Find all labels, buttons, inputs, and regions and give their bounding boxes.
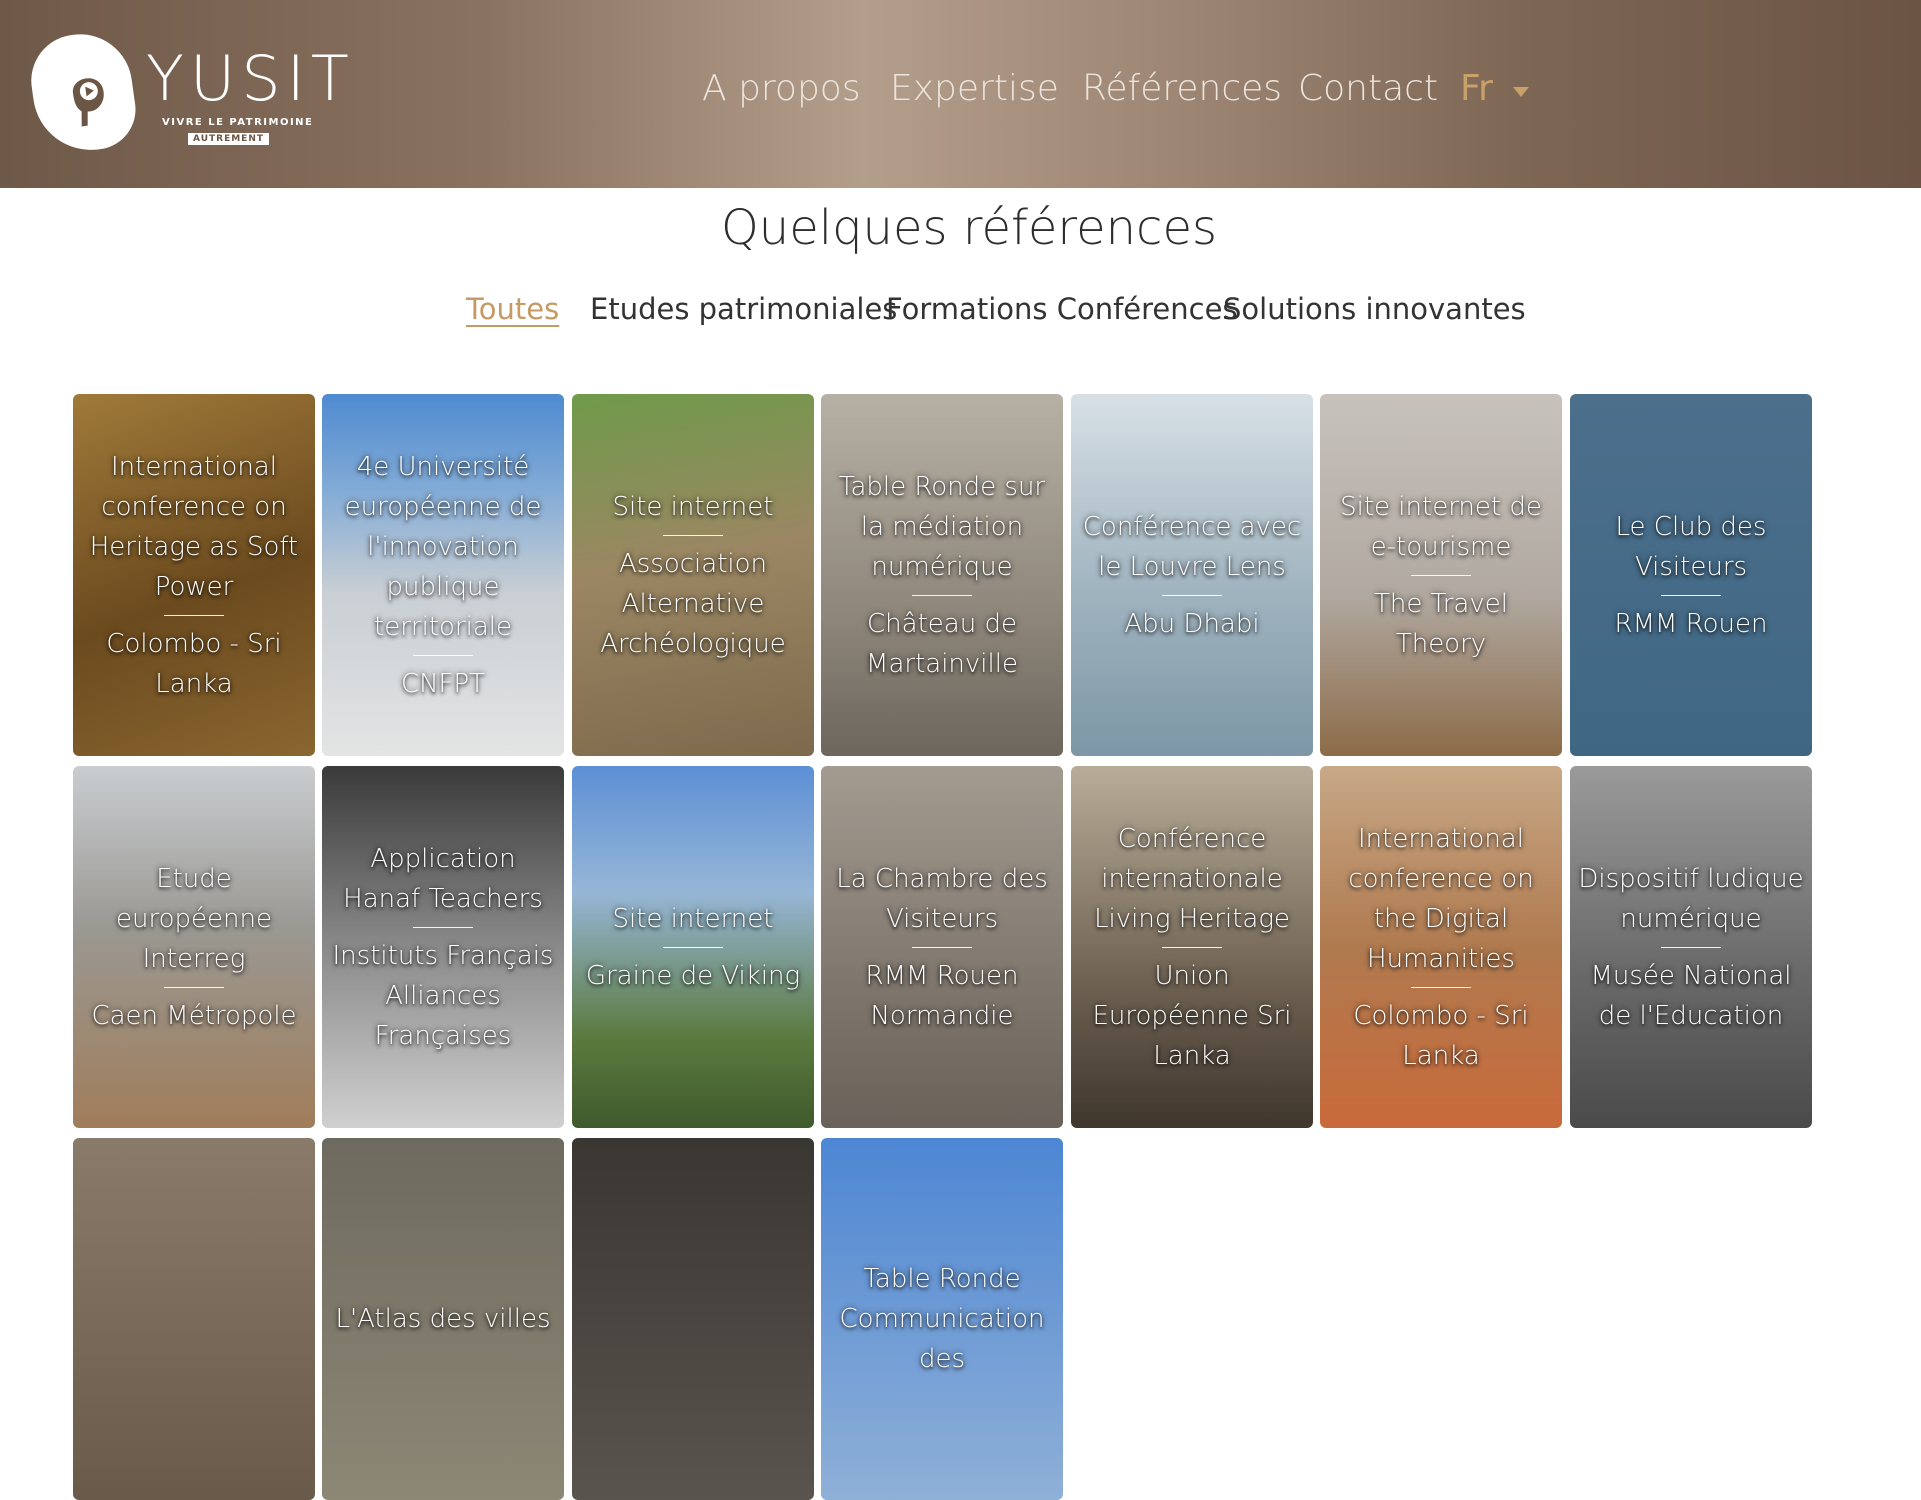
card-title: Conférence internationale Living Heritag… xyxy=(1094,823,1290,934)
card-subtitle: RMM Rouen xyxy=(1614,608,1768,639)
logo-mark[interactable] xyxy=(25,27,141,158)
reference-card[interactable] xyxy=(73,1138,315,1500)
card-separator xyxy=(912,946,972,948)
card-title: Site internet de e-tourisme xyxy=(1340,491,1542,562)
reference-card[interactable] xyxy=(572,1138,814,1500)
card-title: La Chambre des Visiteurs xyxy=(836,863,1048,934)
reference-card[interactable]: La Chambre des Visiteurs RMM Rouen Norman… xyxy=(821,766,1063,1128)
brand-name[interactable]: YUSIT xyxy=(146,44,355,114)
card-subtitle: RMM Rouen Normandie xyxy=(865,960,1019,1031)
nav-references[interactable]: Références xyxy=(1082,68,1282,109)
card-title: Application Hanaf Teachers xyxy=(343,843,543,914)
reference-card[interactable]: International conference on Heritage as … xyxy=(73,394,315,756)
card-separator xyxy=(912,594,972,596)
filter-etudes-patrimoniales[interactable]: Etudes patrimoniales xyxy=(590,292,897,326)
reference-card[interactable]: Le Club des Visiteurs RMM Rouen xyxy=(1570,394,1812,756)
nav-contact[interactable]: Contact xyxy=(1298,68,1438,109)
card-title: Dispositif ludique numérique xyxy=(1578,863,1804,934)
reference-card[interactable]: Site internet Graine de Viking xyxy=(572,766,814,1128)
filter-toutes[interactable]: Toutes xyxy=(466,292,559,326)
filter-formations-conferences[interactable]: Formations Conférences xyxy=(886,292,1238,326)
card-separator xyxy=(663,534,723,536)
page-title: Quelques références xyxy=(721,200,1217,256)
card-separator xyxy=(663,946,723,948)
card-subtitle: Colombo - Sri Lanka xyxy=(106,628,282,699)
card-title: International conference on the Digital … xyxy=(1348,823,1534,974)
card-subtitle: Colombo - Sri Lanka xyxy=(1353,1000,1529,1071)
reference-card[interactable]: 4e Université européenne de l'innovation… xyxy=(322,394,564,756)
card-title: Etude européenne Interreg xyxy=(116,863,272,974)
site-header: YUSIT VIVRE LE PATRIMOINE AUTREMENT A pr… xyxy=(0,0,1921,188)
reference-card[interactable]: Application Hanaf Teachers Instituts Fran… xyxy=(322,766,564,1128)
chevron-down-icon[interactable] xyxy=(1513,87,1529,97)
reference-card[interactable]: Site internet Association Alternative Arc… xyxy=(572,394,814,756)
reference-card[interactable]: Site internet de e-tourisme The Travel Th… xyxy=(1320,394,1562,756)
reference-card[interactable]: Table Ronde sur la médiation numérique Ch… xyxy=(821,394,1063,756)
reference-card[interactable]: Conférence internationale Living Heritag… xyxy=(1071,766,1313,1128)
reference-card[interactable]: Etude européenne Interreg Caen Métropole xyxy=(73,766,315,1128)
card-subtitle: Musée National de l'Education xyxy=(1590,960,1792,1031)
card-subtitle: The Travel Theory xyxy=(1374,588,1508,659)
brand-tagline: VIVRE LE PATRIMOINE xyxy=(162,117,314,128)
reference-card[interactable]: Conférence avec le Louvre Lens Abu Dhabi xyxy=(1071,394,1313,756)
card-separator xyxy=(1411,986,1471,988)
card-separator xyxy=(1411,574,1471,576)
card-subtitle: Instituts Français Alliances Françaises xyxy=(332,940,554,1051)
card-subtitle: Château de Martainville xyxy=(866,608,1018,679)
language-selector[interactable]: Fr xyxy=(1460,68,1493,109)
nav-expertise[interactable]: Expertise xyxy=(890,68,1059,109)
card-subtitle: CNFPT xyxy=(400,668,486,699)
card-title: Table Ronde sur la médiation numérique xyxy=(838,471,1046,582)
nav-a-propos[interactable]: A propos xyxy=(702,68,861,109)
card-title: Site internet xyxy=(612,903,774,934)
card-title: Site internet xyxy=(612,491,774,522)
card-title: Table Ronde Communication des xyxy=(839,1264,1045,1374)
card-separator xyxy=(1661,946,1721,948)
card-separator xyxy=(1661,594,1721,596)
reference-card[interactable]: L'Atlas des villes xyxy=(322,1138,564,1500)
card-separator xyxy=(413,926,473,928)
card-subtitle: Caen Métropole xyxy=(91,1000,297,1031)
card-separator xyxy=(1162,946,1222,948)
filter-solutions-innovantes[interactable]: Solutions innovantes xyxy=(1223,292,1526,326)
reference-card[interactable]: Table Ronde Communication des xyxy=(821,1138,1063,1500)
reference-card[interactable]: International conference on the Digital … xyxy=(1320,766,1562,1128)
card-separator xyxy=(1162,594,1222,596)
card-subtitle: Association Alternative Archéologique xyxy=(600,548,786,659)
card-subtitle: Union Européenne Sri Lanka xyxy=(1092,960,1292,1071)
card-title: Le Club des Visiteurs xyxy=(1615,511,1767,582)
card-subtitle: Abu Dhabi xyxy=(1124,608,1260,639)
card-separator xyxy=(164,614,224,616)
card-separator xyxy=(164,986,224,988)
card-separator xyxy=(413,654,473,656)
card-title: L'Atlas des villes xyxy=(335,1304,551,1334)
card-title: International conference on Heritage as … xyxy=(89,451,299,602)
reference-card[interactable]: Dispositif ludique numérique Musée Nation… xyxy=(1570,766,1812,1128)
brand-tag: AUTREMENT xyxy=(188,133,269,145)
card-title: Conférence avec le Louvre Lens xyxy=(1082,511,1302,582)
card-subtitle: Graine de Viking xyxy=(585,960,801,991)
card-title: 4e Université européenne de l'innovation… xyxy=(344,451,542,642)
